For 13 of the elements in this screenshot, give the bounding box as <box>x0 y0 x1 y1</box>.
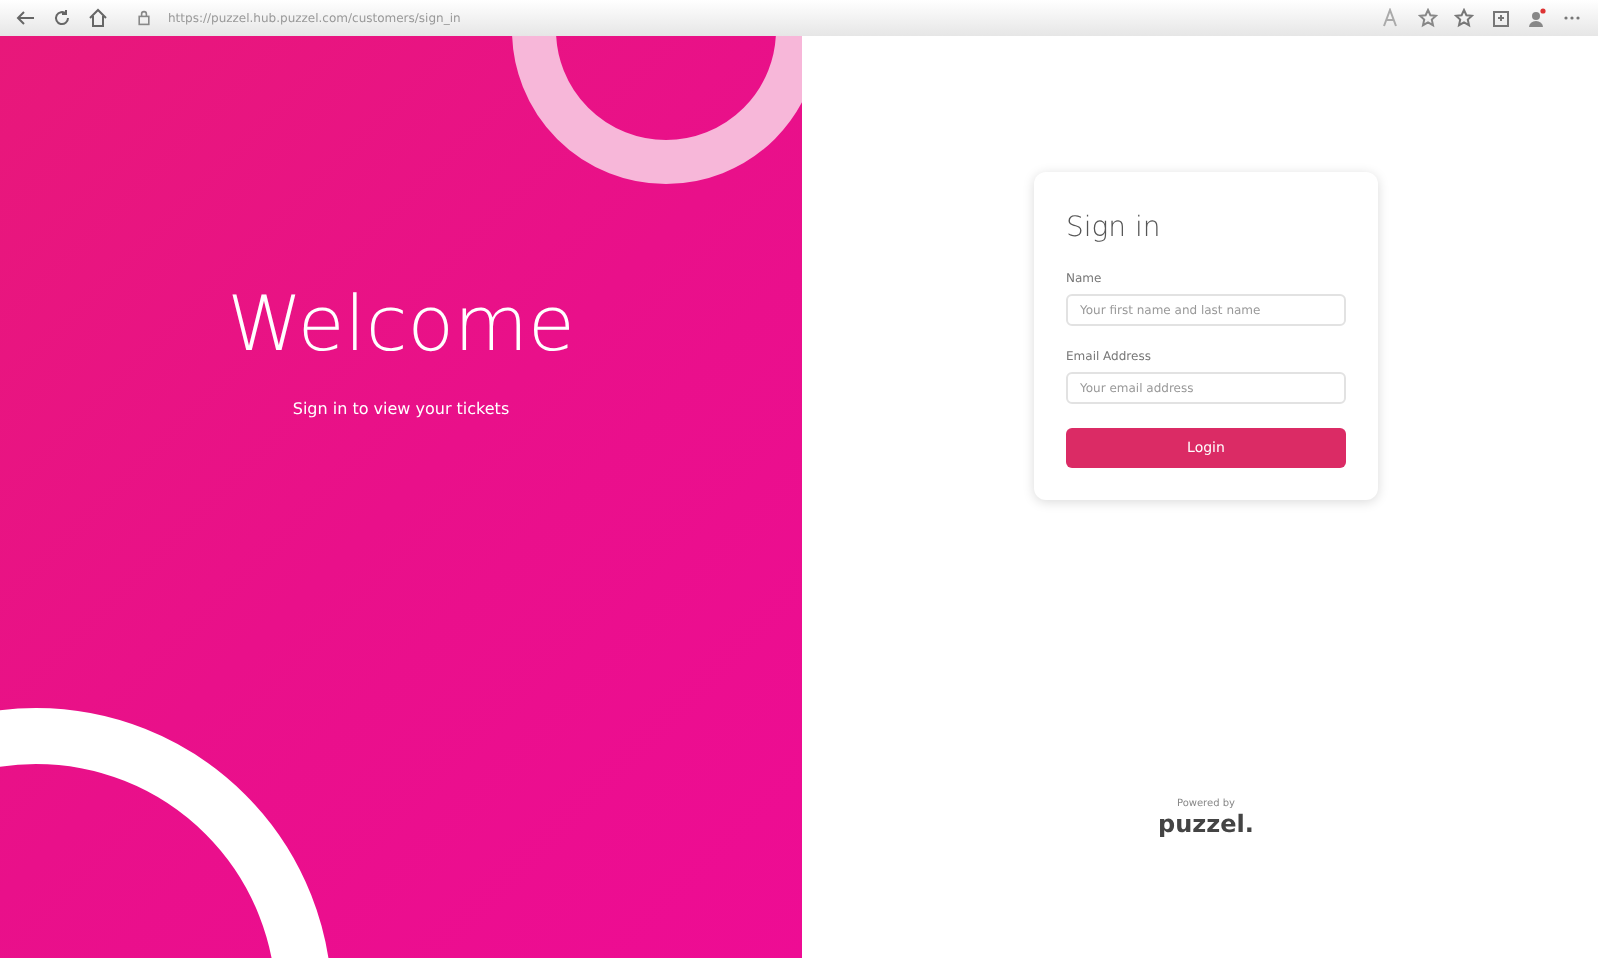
card-title: Sign in <box>1066 212 1163 244</box>
lock-icon <box>136 10 152 26</box>
star-icon[interactable] <box>1418 8 1438 28</box>
home-icon[interactable] <box>88 8 108 28</box>
profile-icon[interactable] <box>1526 8 1546 28</box>
welcome-heading: Welcome <box>227 280 575 368</box>
puzzel-logo: puzzel. <box>1158 810 1254 838</box>
back-icon[interactable] <box>16 8 36 28</box>
read-aloud-icon[interactable] <box>1382 8 1402 28</box>
refresh-icon[interactable] <box>52 8 72 28</box>
collections-icon[interactable] <box>1490 8 1510 28</box>
star-icon[interactable] <box>1454 8 1474 28</box>
welcome-subtitle: Sign in to view your tickets <box>290 400 512 418</box>
